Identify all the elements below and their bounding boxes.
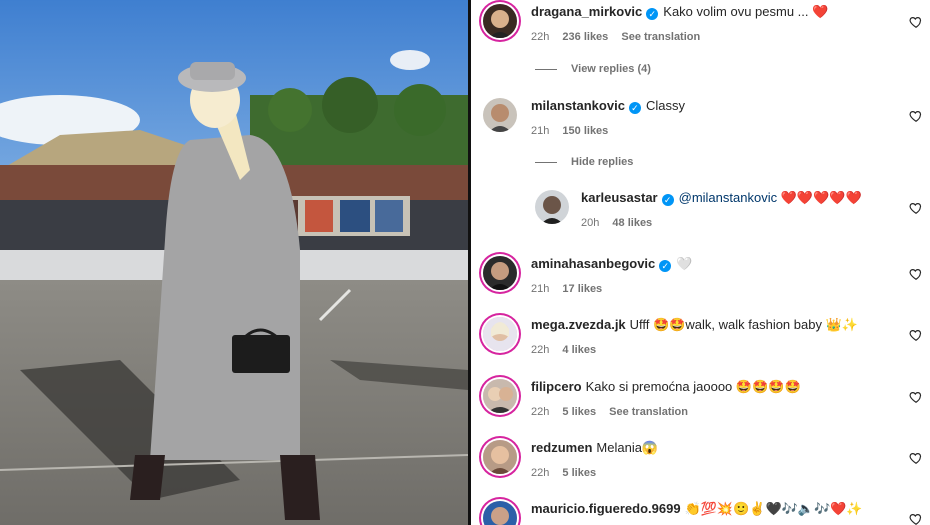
avatar[interactable] <box>535 190 569 224</box>
likes-count[interactable]: 17 likes <box>562 283 602 295</box>
avatar[interactable] <box>483 98 517 132</box>
username[interactable]: mauricio.figueredo.9699 <box>531 501 681 516</box>
avatar[interactable] <box>483 4 517 38</box>
see-translation-link[interactable]: See translation <box>609 406 688 418</box>
heart-outline-icon[interactable] <box>909 201 923 215</box>
comment-meta: 20h 48 likes <box>581 216 891 230</box>
username[interactable]: redzumen <box>531 440 592 455</box>
comment-time: 22h <box>531 31 550 43</box>
comment-text: Melania😱 <box>596 440 659 455</box>
verified-badge-icon: ✓ <box>659 260 672 272</box>
comment-body: aminahasanbegovic ✓ 🤍 21h 17 likes <box>531 255 891 296</box>
post-photo <box>0 0 468 525</box>
avatar[interactable] <box>483 501 517 525</box>
comment-body: mauricio.figueredo.9699 👏💯💥🙂✌🖤🎶🔈🎶❤️✨ <box>531 500 891 518</box>
comment-meta: 22h 5 likes <box>531 466 891 480</box>
likes-count[interactable]: 5 likes <box>562 406 596 418</box>
heart-outline-icon[interactable] <box>909 451 923 465</box>
view-replies-button[interactable]: View replies (4) <box>535 62 651 76</box>
comment-body: karleusastar ✓ @milanstankovic ❤️❤️❤️❤️❤️ … <box>581 189 891 230</box>
likes-count[interactable]: 236 likes <box>562 31 608 43</box>
username[interactable]: aminahasanbegovic <box>531 256 655 271</box>
comment-time: 21h <box>531 125 550 137</box>
comment-meta: 22h 4 likes <box>531 343 891 357</box>
heart-outline-icon[interactable] <box>909 328 923 342</box>
username[interactable]: milanstankovic <box>531 98 625 113</box>
comment-meta: 22h 5 likes See translation <box>531 405 891 419</box>
likes-count[interactable]: 4 likes <box>562 344 596 356</box>
comment-body: dragana_mirkovic ✓ Kako volim ovu pesmu ..… <box>531 3 891 44</box>
likes-count[interactable]: 48 likes <box>612 217 652 229</box>
comment-time: 22h <box>531 467 550 479</box>
mention-link[interactable]: @milanstankovic <box>679 190 777 205</box>
hide-replies-label: Hide replies <box>571 156 634 168</box>
replies-line <box>535 68 557 70</box>
username[interactable]: dragana_mirkovic <box>531 4 642 19</box>
heart-outline-icon[interactable] <box>909 390 923 404</box>
verified-badge-icon: ✓ <box>646 8 659 20</box>
avatar[interactable] <box>483 256 517 290</box>
username[interactable]: filipcero <box>531 379 582 394</box>
heart-outline-icon[interactable] <box>909 267 923 281</box>
comment-text: ❤️❤️❤️❤️❤️ <box>780 190 862 205</box>
username[interactable]: mega.zvezda.jk <box>531 317 626 332</box>
comments-panel[interactable]: dragana_mirkovic ✓ Kako volim ovu pesmu ..… <box>471 0 930 525</box>
comment-text: 👏💯💥🙂✌🖤🎶🔈🎶❤️✨ <box>684 501 863 516</box>
avatar[interactable] <box>483 440 517 474</box>
see-translation-link[interactable]: See translation <box>621 31 700 43</box>
username[interactable]: karleusastar <box>581 190 658 205</box>
view-replies-label: View replies (4) <box>571 63 651 75</box>
comment-time: 22h <box>531 344 550 356</box>
post-media[interactable] <box>0 0 468 525</box>
comment-meta: 21h 150 likes <box>531 124 891 138</box>
heart-outline-icon[interactable] <box>909 15 923 29</box>
comment-time: 21h <box>531 283 550 295</box>
comment-body: redzumen Melania😱 22h 5 likes <box>531 439 891 480</box>
avatar[interactable] <box>483 317 517 351</box>
comment-text: Kako volim ovu pesmu ... ❤️ <box>663 4 829 19</box>
replies-line <box>535 161 557 163</box>
comment-meta: 22h 236 likes See translation <box>531 30 891 44</box>
avatar[interactable] <box>483 379 517 413</box>
comment-body: milanstankovic ✓ Classy 21h 150 likes <box>531 97 891 138</box>
heart-outline-icon[interactable] <box>909 109 923 123</box>
comment-text: Ufff 🤩🤩walk, walk fashion baby 👑✨ <box>629 317 858 332</box>
comment-meta: 21h 17 likes <box>531 282 891 296</box>
verified-badge-icon: ✓ <box>661 194 674 206</box>
comment-time: 20h <box>581 217 600 229</box>
comment-text: Classy <box>645 98 685 113</box>
comment-body: mega.zvezda.jk Ufff 🤩🤩walk, walk fashion … <box>531 316 891 357</box>
comment-text: 🤍 <box>676 256 693 271</box>
likes-count[interactable]: 5 likes <box>562 467 596 479</box>
comment-text: Kako si premoćna jaoooo 🤩🤩🤩🤩 <box>585 379 801 394</box>
comment-body: filipcero Kako si premoćna jaoooo 🤩🤩🤩🤩 22… <box>531 378 891 419</box>
hide-replies-button[interactable]: Hide replies <box>535 155 633 169</box>
likes-count[interactable]: 150 likes <box>562 125 608 137</box>
comment-time: 22h <box>531 406 550 418</box>
heart-outline-icon[interactable] <box>909 512 923 525</box>
verified-badge-icon: ✓ <box>628 102 641 114</box>
